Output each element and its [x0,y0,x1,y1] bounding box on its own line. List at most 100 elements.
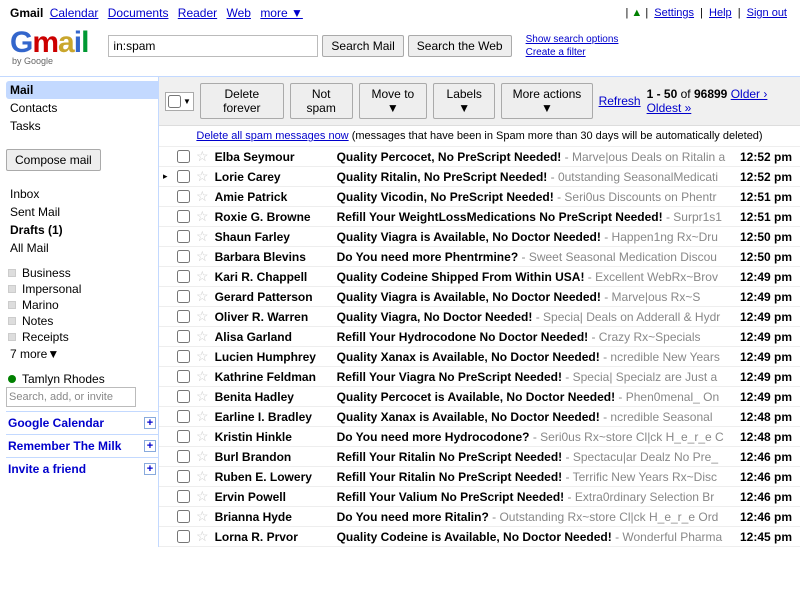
sidebar-folder[interactable]: Inbox [6,185,158,203]
sidebar-folder[interactable]: Drafts (1) [6,221,158,239]
star-icon[interactable]: ☆ [196,148,209,165]
star-icon[interactable]: ☆ [196,168,209,185]
message-checkbox[interactable] [177,350,190,363]
sidebar-label[interactable]: Marino [6,297,158,313]
star-icon[interactable]: ☆ [196,428,209,445]
message-checkbox[interactable] [177,310,190,323]
nav-web[interactable]: Web [227,6,251,20]
star-icon[interactable]: ☆ [196,228,209,245]
search-web-button[interactable]: Search the Web [408,35,512,57]
create-filter-link[interactable]: Create a filter [526,47,586,58]
message-row[interactable]: ☆Burl BrandonRefill Your Ritalin No PreS… [159,447,800,467]
message-row[interactable]: ☆Kristin HinkleDo You need more Hydrocod… [159,427,800,447]
nav-more[interactable]: more ▼ [260,6,303,20]
star-icon[interactable]: ☆ [196,348,209,365]
message-checkbox[interactable] [177,470,190,483]
show-search-options-link[interactable]: Show search options [526,34,619,45]
select-all-checkbox[interactable]: ▼ [165,92,194,111]
sidebar-folder[interactable]: Sent Mail [6,203,158,221]
message-row[interactable]: ☆Ruben E. LoweryRefill Your Ritalin No P… [159,467,800,487]
message-checkbox[interactable] [177,530,190,543]
message-row[interactable]: ☆Kathrine FeldmanRefill Your Viagra No P… [159,367,800,387]
message-checkbox[interactable] [177,210,190,223]
sidebar-label[interactable]: Notes [6,313,158,329]
message-checkbox[interactable] [177,150,190,163]
message-row[interactable]: ☆Amie PatrickQuality Vicodin, No PreScri… [159,187,800,207]
sidebar-widget[interactable]: Invite a friend+ [6,457,158,480]
sidebar-folder[interactable]: All Mail [6,239,158,257]
sidebar-label[interactable]: Receipts [6,329,158,345]
oldest-link[interactable]: Oldest » [647,101,692,115]
delete-all-spam-link[interactable]: Delete all spam messages now [196,130,348,142]
message-checkbox[interactable] [177,430,190,443]
star-icon[interactable]: ☆ [196,248,209,265]
message-row[interactable]: ☆Lucien HumphreyQuality Xanax is Availab… [159,347,800,367]
star-icon[interactable]: ☆ [196,368,209,385]
star-icon[interactable]: ☆ [196,188,209,205]
nav-documents[interactable]: Documents [108,6,169,20]
chat-contact[interactable]: Tamlyn Rhodes [6,371,158,387]
message-checkbox[interactable] [177,410,190,423]
sidebar-item-mail[interactable]: Mail [6,81,158,99]
nav-calendar[interactable]: Calendar [50,6,99,20]
message-row[interactable]: ☆Roxie G. BrowneRefill Your WeightLossMe… [159,207,800,227]
move-to-button[interactable]: Move to ▼ [359,83,428,119]
star-icon[interactable]: ☆ [196,408,209,425]
message-checkbox[interactable] [177,290,190,303]
sidebar-item-tasks[interactable]: Tasks [6,117,158,135]
message-row[interactable]: ☆Oliver R. WarrenQuality Viagra, No Doct… [159,307,800,327]
message-row[interactable]: ☆Kari R. ChappellQuality Codeine Shipped… [159,267,800,287]
star-icon[interactable]: ☆ [196,208,209,225]
message-checkbox[interactable] [177,190,190,203]
message-row[interactable]: ☆Lorna R. PrvorQuality Codeine is Availa… [159,527,800,547]
star-icon[interactable]: ☆ [196,268,209,285]
star-icon[interactable]: ☆ [196,288,209,305]
nav-reader[interactable]: Reader [178,6,217,20]
sidebar-widget[interactable]: Google Calendar+ [6,411,158,434]
star-icon[interactable]: ☆ [196,488,209,505]
sidebar-label[interactable]: Business [6,265,158,281]
message-checkbox[interactable] [177,170,190,183]
message-row[interactable]: ☆Elba SeymourQuality Percocet, No PreScr… [159,147,800,167]
signout-link[interactable]: Sign out [747,7,787,19]
message-row[interactable]: ☆Shaun FarleyQuality Viagra is Available… [159,227,800,247]
star-icon[interactable]: ☆ [196,328,209,345]
message-row[interactable]: ☆Ervin PowellRefill Your Valium No PreSc… [159,487,800,507]
message-checkbox[interactable] [177,450,190,463]
star-icon[interactable]: ☆ [196,508,209,525]
message-row[interactable]: ▸☆Lorie CareyQuality Ritalin, No PreScri… [159,167,800,187]
message-row[interactable]: ☆Gerard PattersonQuality Viagra is Avail… [159,287,800,307]
older-link[interactable]: Older › [731,87,768,101]
settings-link[interactable]: Settings [654,7,694,19]
star-icon[interactable]: ☆ [196,388,209,405]
message-checkbox[interactable] [177,330,190,343]
delete-forever-button[interactable]: Delete forever [200,83,284,119]
more-actions-button[interactable]: More actions ▼ [501,83,592,119]
message-checkbox[interactable] [177,250,190,263]
message-checkbox[interactable] [177,230,190,243]
sidebar-label[interactable]: Impersonal [6,281,158,297]
message-checkbox[interactable] [177,370,190,383]
star-icon[interactable]: ☆ [196,468,209,485]
message-row[interactable]: ☆Benita HadleyQuality Percocet is Availa… [159,387,800,407]
more-labels[interactable]: 7 more▼ [6,345,158,363]
chat-search-input[interactable] [6,387,136,407]
star-icon[interactable]: ☆ [196,448,209,465]
message-row[interactable]: ☆Brianna HydeDo You need more Ritalin? -… [159,507,800,527]
message-checkbox[interactable] [177,270,190,283]
message-row[interactable]: ☆Alisa GarlandRefill Your Hydrocodone No… [159,327,800,347]
star-icon[interactable]: ☆ [196,528,209,545]
search-mail-button[interactable]: Search Mail [322,35,403,57]
message-checkbox[interactable] [177,490,190,503]
labels-button[interactable]: Labels ▼ [433,83,495,119]
star-icon[interactable]: ☆ [196,308,209,325]
message-checkbox[interactable] [177,390,190,403]
message-row[interactable]: ☆Barbara BlevinsDo You need more Phentrm… [159,247,800,267]
message-checkbox[interactable] [177,510,190,523]
refresh-link[interactable]: Refresh [599,94,641,108]
message-row[interactable]: ☆Earline I. BradleyQuality Xanax is Avai… [159,407,800,427]
sidebar-item-contacts[interactable]: Contacts [6,99,158,117]
not-spam-button[interactable]: Not spam [290,83,353,119]
help-link[interactable]: Help [709,7,732,19]
search-input[interactable] [108,35,318,57]
